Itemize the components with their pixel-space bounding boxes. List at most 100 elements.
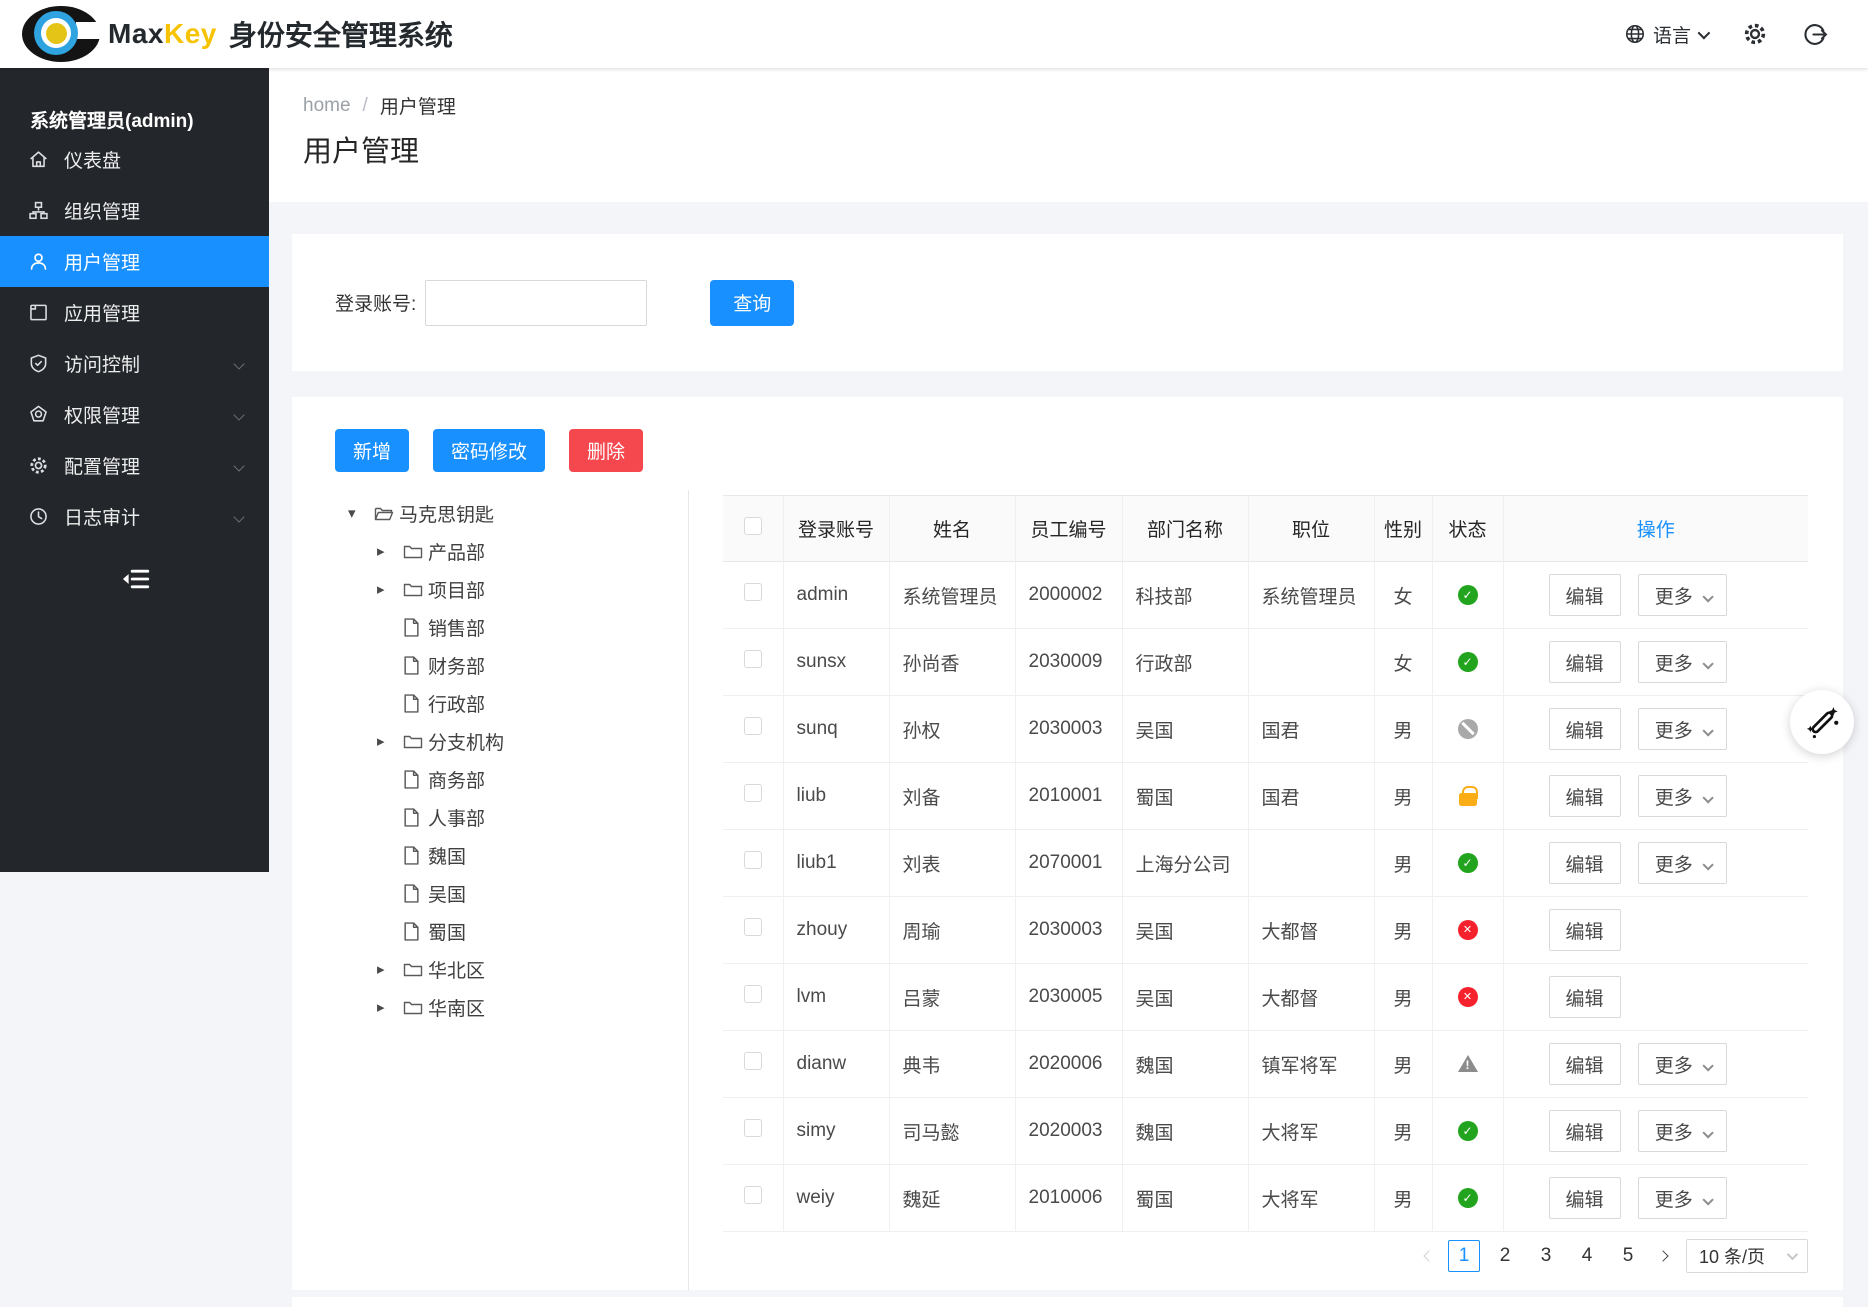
cell-employee-no: 2030009 (1015, 629, 1122, 696)
row-checkbox[interactable] (744, 851, 762, 869)
cell-gender: 男 (1374, 1031, 1432, 1098)
sidebar-item-apps[interactable]: 应用管理 (0, 287, 269, 338)
more-button[interactable]: 更多 (1638, 775, 1727, 817)
chevron-down-icon (1702, 1194, 1713, 1205)
caret-right-icon[interactable]: ▸ (377, 732, 403, 750)
more-button[interactable]: 更多 (1638, 842, 1727, 884)
delete-button[interactable]: 删除 (569, 429, 643, 472)
more-label: 更多 (1655, 1123, 1693, 1144)
tree-item[interactable]: 商务部 (292, 760, 688, 798)
language-menu[interactable]: 语言 (1624, 21, 1707, 48)
tree-item[interactable]: 蜀国 (292, 912, 688, 950)
query-button[interactable]: 查询 (710, 280, 794, 326)
tree-item[interactable]: ▸ 华南区 (292, 988, 688, 1026)
row-checkbox[interactable] (744, 583, 762, 601)
caret-down-icon[interactable]: ▾ (348, 504, 374, 522)
more-button[interactable]: 更多 (1638, 1177, 1727, 1219)
page-button-3[interactable]: 3 (1530, 1240, 1562, 1272)
edit-button[interactable]: 编辑 (1549, 708, 1621, 750)
more-button[interactable]: 更多 (1638, 641, 1727, 683)
chevron-down-icon (233, 511, 244, 522)
edit-button[interactable]: 编辑 (1549, 775, 1621, 817)
status-icon (1458, 585, 1478, 605)
next-page-button[interactable] (1653, 1252, 1673, 1260)
login-account-input[interactable] (425, 280, 647, 326)
more-button[interactable]: 更多 (1638, 708, 1727, 750)
tree-item[interactable]: ▸ 产品部 (292, 532, 688, 570)
caret-right-icon[interactable]: ▸ (377, 580, 403, 598)
sidebar-item-org[interactable]: 组织管理 (0, 185, 269, 236)
row-checkbox[interactable] (744, 650, 762, 668)
row-checkbox[interactable] (744, 717, 762, 735)
more-label: 更多 (1655, 587, 1693, 608)
prev-page-button[interactable] (1419, 1252, 1439, 1260)
row-checkbox[interactable] (744, 985, 762, 1003)
page-button-1[interactable]: 1 (1448, 1240, 1480, 1272)
row-checkbox[interactable] (744, 1052, 762, 1070)
select-all-checkbox[interactable] (744, 517, 762, 535)
status-icon (1458, 1121, 1478, 1141)
tree-item[interactable]: 财务部 (292, 646, 688, 684)
edit-button[interactable]: 编辑 (1549, 1177, 1621, 1219)
sidebar-item-users[interactable]: 用户管理 (0, 236, 269, 287)
tree-item[interactable]: ▾ 马克思钥匙 (292, 494, 688, 532)
tree-table-divider (688, 490, 689, 1290)
sidebar-item-permissions[interactable]: 权限管理 (0, 389, 269, 440)
edit-button[interactable]: 编辑 (1549, 641, 1621, 683)
folder-icon (403, 541, 425, 561)
menu-fold-icon[interactable] (118, 564, 152, 594)
more-label: 更多 (1655, 1190, 1693, 1211)
chevron-down-icon (1702, 658, 1713, 669)
caret-right-icon[interactable]: ▸ (377, 998, 403, 1016)
edit-button[interactable]: 编辑 (1549, 1043, 1621, 1085)
edit-button[interactable]: 编辑 (1549, 574, 1621, 616)
settings-button[interactable] (1741, 20, 1769, 48)
table-row: sunq 孙权 2030003 吴国 国君 男 编辑 更多 (723, 696, 1808, 763)
tree-item[interactable]: ▸ 项目部 (292, 570, 688, 608)
change-password-button[interactable]: 密码修改 (433, 429, 545, 472)
tree-item[interactable]: ▸ 华北区 (292, 950, 688, 988)
magic-wand-button[interactable] (1790, 690, 1854, 754)
more-button[interactable]: 更多 (1638, 1043, 1727, 1085)
page-size-select[interactable]: 10 条/页 (1686, 1239, 1808, 1273)
tree-item[interactable]: 吴国 (292, 874, 688, 912)
tree-item[interactable]: 人事部 (292, 798, 688, 836)
cell-account: simy (783, 1098, 889, 1165)
edit-button[interactable]: 编辑 (1549, 909, 1621, 951)
header-department: 部门名称 (1122, 496, 1248, 562)
sidebar: 系统管理员(admin) 仪表盘 组织管理 用户管理 (0, 68, 269, 872)
tree-item[interactable]: 销售部 (292, 608, 688, 646)
cell-department: 上海分公司 (1122, 830, 1248, 897)
cell-name: 刘表 (889, 830, 1015, 897)
chevron-left-icon (1423, 1250, 1434, 1261)
row-checkbox[interactable] (744, 918, 762, 936)
logout-button[interactable] (1803, 22, 1828, 47)
row-checkbox[interactable] (744, 1186, 762, 1204)
sidebar-item-access-control[interactable]: 访问控制 (0, 338, 269, 389)
add-button[interactable]: 新增 (335, 429, 409, 472)
more-button[interactable]: 更多 (1638, 1110, 1727, 1152)
cell-department: 吴国 (1122, 696, 1248, 763)
sidebar-item-dashboard[interactable]: 仪表盘 (0, 134, 269, 185)
edit-button[interactable]: 编辑 (1549, 976, 1621, 1018)
page-button-2[interactable]: 2 (1489, 1240, 1521, 1272)
page-button-5[interactable]: 5 (1612, 1240, 1644, 1272)
caret-right-icon[interactable]: ▸ (377, 542, 403, 560)
row-checkbox[interactable] (744, 784, 762, 802)
edit-button[interactable]: 编辑 (1549, 1110, 1621, 1152)
status-icon (1458, 853, 1478, 873)
sidebar-item-settings[interactable]: 配置管理 (0, 440, 269, 491)
row-checkbox[interactable] (744, 1119, 762, 1137)
header-status: 状态 (1432, 496, 1503, 562)
tree-item[interactable]: 行政部 (292, 684, 688, 722)
brand: MaxKey 身份安全管理系统 (0, 4, 453, 64)
sidebar-item-audit[interactable]: 日志审计 (0, 491, 269, 542)
tree-item[interactable]: ▸ 分支机构 (292, 722, 688, 760)
page-button-4[interactable]: 4 (1571, 1240, 1603, 1272)
tree-item[interactable]: 魏国 (292, 836, 688, 874)
breadcrumb-home-link[interactable]: home (303, 95, 351, 117)
gear-icon (1741, 20, 1769, 48)
edit-button[interactable]: 编辑 (1549, 842, 1621, 884)
more-button[interactable]: 更多 (1638, 574, 1727, 616)
caret-right-icon[interactable]: ▸ (377, 960, 403, 978)
